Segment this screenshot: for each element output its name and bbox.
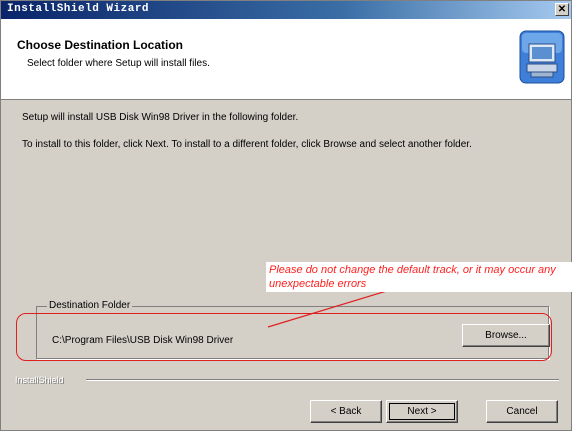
- annotation-pointer-line: [267, 289, 391, 328]
- annotation-warning-text: Please do not change the default track, …: [266, 262, 572, 292]
